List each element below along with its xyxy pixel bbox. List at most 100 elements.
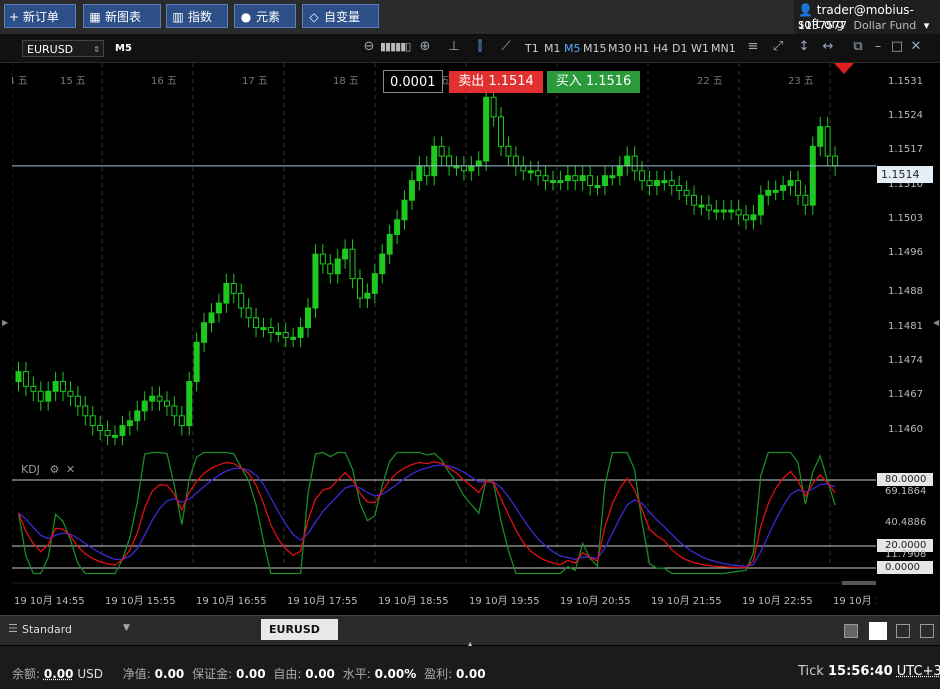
candle-body — [163, 400, 170, 407]
bar-type-icon[interactable]: ⊥ — [446, 39, 462, 55]
time-tick: 19 10月 21:55 — [651, 595, 722, 607]
maximize-icon[interactable]: □ — [889, 39, 905, 55]
tf-h1[interactable]: H1 — [634, 42, 649, 55]
balance-ccy: USD — [77, 667, 103, 681]
time-tick: 19 10月 16:55 — [196, 595, 267, 607]
candle-body — [238, 292, 245, 309]
indicator-list-icon[interactable]: ≡ — [745, 39, 761, 55]
tf-d1[interactable]: D1 — [672, 42, 687, 55]
candle-body — [267, 327, 274, 334]
candle-body — [178, 415, 185, 427]
candle-body — [742, 214, 749, 221]
settings-gear-icon[interactable]: ⚙ — [49, 463, 59, 476]
candle-body — [809, 145, 816, 206]
zoom-slider[interactable]: ▮▮▮▮▮▯ — [380, 40, 411, 53]
layout-columns-icon[interactable] — [896, 624, 910, 638]
zoom-in-icon[interactable]: ⊕ — [417, 39, 433, 55]
price-tick: 1.1481 — [888, 320, 923, 332]
left-panel-handle-icon[interactable]: ▶ — [2, 318, 8, 327]
layout-rows-icon[interactable] — [920, 624, 934, 638]
candle-body — [691, 194, 698, 206]
new-order-button[interactable]: + 新订单 — [4, 4, 76, 28]
period-label: M5 — [115, 43, 132, 54]
candle-body — [416, 165, 423, 182]
candle-body — [193, 341, 200, 382]
account-fund: Dollar Fund — [853, 19, 917, 32]
price-tick: 1.1460 — [888, 423, 923, 435]
candle-body — [45, 390, 52, 402]
account-panel[interactable]: 👤 trader@mobius-soft.org 1137577 Dollar … — [794, 0, 940, 34]
minimize-icon[interactable]: – — [870, 39, 886, 55]
updown-icon: ⇕ — [93, 45, 100, 54]
tf-m1[interactable]: M1 — [544, 42, 561, 55]
new-order-label: + 新订单 — [9, 10, 59, 24]
kdj-name: KDJ — [21, 463, 40, 476]
diagonal-resize-icon[interactable]: ⤢ — [770, 39, 786, 55]
server-time: 15:56:40 — [827, 664, 893, 679]
buy-label: 买入 1.1516 — [555, 74, 632, 89]
price-tick: 1.1524 — [888, 109, 923, 121]
variables-button[interactable]: ◇ 自变量 — [302, 4, 379, 28]
main-toolbar: + 新订单 ▦ 新图表 ▥ 指数 ● 元素 ◇ 自变量 👤 trader@mobius-… — [0, 0, 940, 35]
price-tick: 1.1467 — [888, 389, 923, 401]
template-select[interactable]: Standard — [22, 623, 72, 636]
candle-body — [423, 165, 430, 177]
candle-body — [371, 273, 378, 294]
candle-body — [275, 332, 282, 335]
candle-body — [728, 209, 735, 213]
layout-single-icon[interactable] — [844, 624, 858, 638]
candle-body — [260, 327, 267, 331]
shapes-icon: ● — [240, 10, 252, 24]
candle-body — [282, 332, 289, 338]
price-tick: 1.1517 — [888, 144, 923, 156]
tf-h4[interactable]: H4 — [653, 42, 668, 55]
grid-lines — [12, 63, 831, 563]
template-dropdown-icon[interactable]: ▼ — [123, 623, 130, 633]
tf-mn1[interactable]: MN1 — [711, 42, 736, 55]
candle-body — [794, 180, 801, 196]
sell-button[interactable]: 卖出 1.1514 — [449, 71, 543, 93]
line-type-icon[interactable]: ⟋ — [498, 39, 514, 55]
vertical-resize-icon[interactable]: ↕ — [796, 39, 812, 55]
tf-w1[interactable]: W1 — [691, 42, 709, 55]
day-label: 23 五 — [788, 76, 814, 87]
layout-grid-icon[interactable] — [869, 622, 887, 640]
detach-window-icon[interactable]: ⧉ — [850, 39, 866, 55]
price-chart[interactable]: 14 五15 五16 五17 五18 五19 五20 五21 五22 五23 五… — [12, 63, 876, 610]
tf-t1[interactable]: T1 — [525, 42, 539, 55]
close-icon[interactable]: ✕ — [908, 39, 924, 55]
new-chart-button[interactable]: ▦ 新图表 — [83, 4, 161, 28]
free-label: 自由: — [273, 667, 302, 681]
symbol-select[interactable]: EURUSD ⇕ — [22, 40, 104, 57]
new-chart-label: 新图表 — [105, 10, 142, 24]
candle-body — [319, 253, 326, 265]
lot-input[interactable]: 0.0001 — [383, 70, 443, 93]
menu-icon[interactable]: ☰ — [8, 622, 18, 635]
chart-icon: ▦ — [89, 10, 101, 24]
tf-m15[interactable]: M15 — [583, 42, 607, 55]
remove-indicator-icon[interactable]: ✕ — [66, 463, 75, 476]
autoscroll-marker-icon[interactable] — [834, 63, 854, 75]
candle-body — [750, 214, 757, 221]
elements-label: 元素 — [256, 10, 281, 24]
candle-body — [305, 307, 312, 329]
zoom-out-icon[interactable]: ⊖ — [361, 39, 377, 55]
candle-body — [290, 336, 297, 340]
tab-eurusd[interactable]: EURUSD ✕ — [261, 619, 338, 657]
chart-header: EURUSD ⇕ M5 ⊖ ▮▮▮▮▮▯ ⊕ ⊥ ⫿ ⟋ T1 M1 M5 M1… — [0, 34, 940, 63]
candle-body — [802, 194, 809, 206]
tf-m5[interactable]: M5 — [564, 42, 581, 55]
tf-m30[interactable]: M30 — [608, 42, 632, 55]
candle-body — [201, 322, 208, 343]
timezone-select[interactable]: UTC+3 — [897, 664, 940, 679]
tick-label: Tick — [798, 664, 824, 679]
candle-type-icon[interactable]: ⫿ — [472, 39, 488, 55]
candle-body — [587, 175, 594, 186]
elements-button[interactable]: ● 元素 — [234, 4, 296, 28]
time-tick: 19 10月 18:55 — [378, 595, 449, 607]
price-tick: 1.1496 — [888, 247, 923, 259]
indicators-button[interactable]: ▥ 指数 — [166, 4, 228, 28]
candle-body — [112, 434, 119, 438]
buy-button[interactable]: 买入 1.1516 — [547, 71, 640, 93]
horizontal-resize-icon[interactable]: ↔ — [820, 39, 836, 55]
